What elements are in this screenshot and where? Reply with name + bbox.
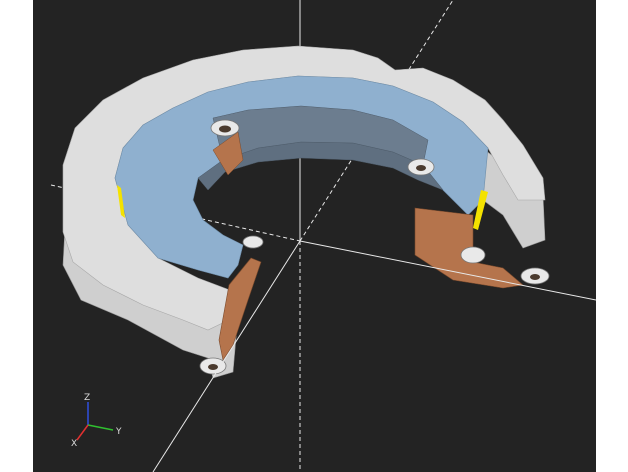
hole-bottom-left-center [208,364,218,370]
hole-top-right-center [416,165,426,171]
3d-viewport[interactable]: Z Y X [33,0,596,472]
hole-mid-left [242,235,264,249]
hole-right-edge [460,246,486,264]
gizmo-y-label: Y [115,427,122,437]
gizmo-y-line [87,424,114,431]
hole-bottom-right-center [530,274,540,280]
hole-top-left-center [219,125,231,133]
axis-gizmo: Z Y X [71,393,122,449]
gizmo-x-line [76,424,89,441]
scene-svg: Z Y X [50,0,596,472]
gizmo-z-label: Z [84,393,90,403]
gizmo-x-label: X [71,439,77,449]
left-margin [0,0,33,472]
right-margin [596,0,628,472]
